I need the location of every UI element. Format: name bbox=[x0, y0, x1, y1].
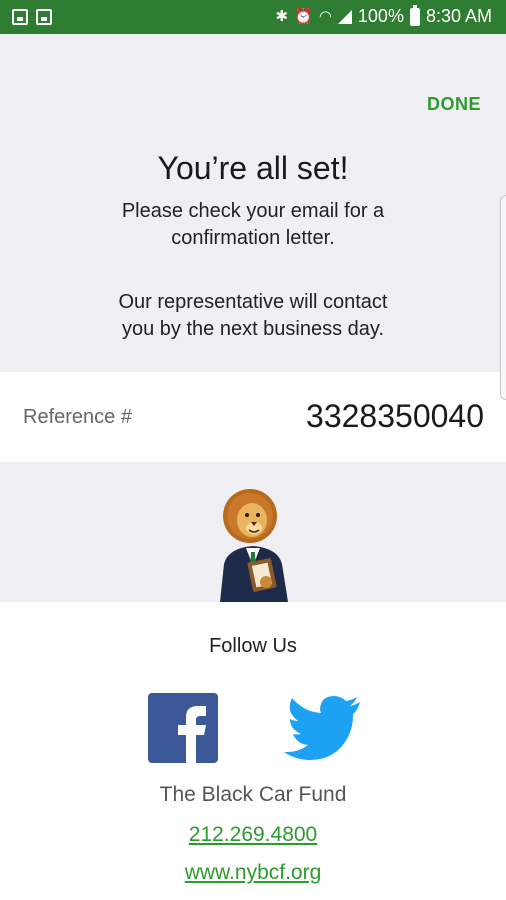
email-check-line-1: Please check your email for a bbox=[121, 200, 385, 222]
phone-link[interactable]: 212.269.4800 bbox=[0, 823, 506, 847]
twitter-button[interactable] bbox=[284, 694, 364, 762]
representative-line-1: Our representative will contact bbox=[118, 291, 388, 313]
signal-icon bbox=[337, 9, 352, 24]
bluetooth-icon: ✱ bbox=[275, 7, 289, 25]
email-check-line-2: confirmation letter. bbox=[171, 227, 335, 249]
status-right: ✱ ⏰ ◠ 100% 8:30 AM bbox=[275, 4, 492, 27]
app-notification-icon bbox=[36, 9, 52, 25]
edge-panel-handle[interactable] bbox=[500, 195, 506, 400]
representative-line-2: you by the next business day. bbox=[121, 318, 384, 340]
website-link[interactable]: www.nybcf.org bbox=[0, 861, 506, 885]
mascot-section bbox=[0, 462, 506, 602]
notification-icons bbox=[12, 9, 52, 25]
follow-us-label: Follow Us bbox=[209, 635, 297, 657]
status-bar: ✱ ⏰ ◠ 100% 8:30 AM bbox=[0, 0, 506, 34]
battery-icon bbox=[409, 4, 420, 26]
wifi-icon: ◠ bbox=[318, 7, 332, 25]
company-name: The Black Car Fund bbox=[159, 783, 347, 806]
alarm-icon: ⏰ bbox=[294, 7, 313, 25]
battery-percent: 100% bbox=[357, 6, 404, 26]
facebook-button[interactable] bbox=[148, 693, 218, 763]
representative-message: Our representative will contact you by t… bbox=[60, 289, 446, 343]
page-title: You’re all set! bbox=[157, 150, 349, 186]
facebook-icon bbox=[178, 706, 206, 763]
clock: 8:30 AM bbox=[425, 6, 492, 26]
twitter-icon bbox=[284, 696, 360, 760]
email-check-message: Please check your email for a confirmati… bbox=[60, 198, 446, 252]
image-notification-icon bbox=[12, 9, 28, 25]
reference-label: Reference # bbox=[23, 406, 132, 428]
done-button[interactable]: DONE bbox=[427, 94, 481, 115]
reference-number: 3328350040 bbox=[306, 398, 484, 434]
reference-row: Reference # 3328350040 bbox=[0, 372, 506, 462]
lion-mascot-icon bbox=[220, 489, 288, 602]
